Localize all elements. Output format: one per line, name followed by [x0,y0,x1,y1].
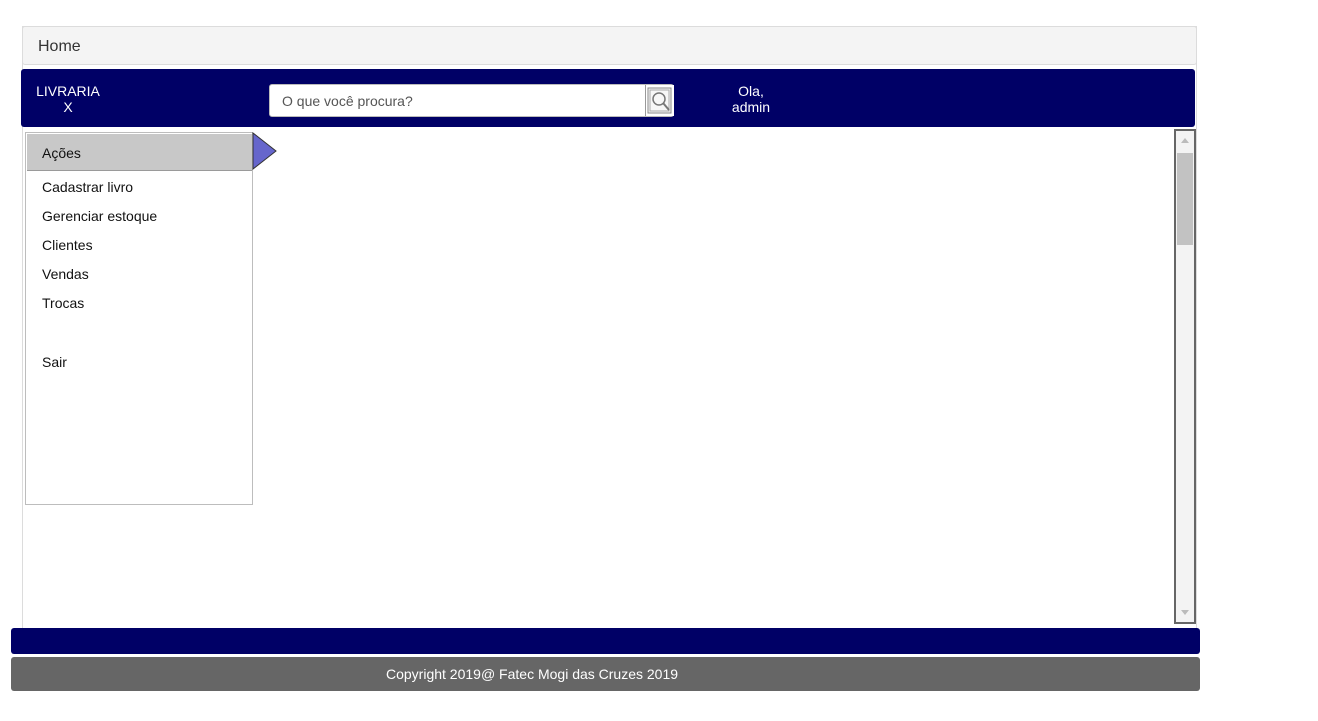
sidebar-item-gerenciar-estoque[interactable]: Gerenciar estoque [42,208,157,224]
sidebar-title: Ações [42,145,81,161]
scroll-up-icon[interactable] [1177,132,1193,150]
footer: Copyright 2019@ Fatec Mogi das Cruzes 20… [11,657,1200,691]
scroll-down-icon[interactable] [1177,603,1193,621]
brand-logo[interactable]: LIVRARIA X [31,83,105,115]
scroll-thumb[interactable] [1177,153,1193,245]
sidebar-toggle-arrow-icon[interactable] [252,132,278,170]
user-greeting: Ola, admin [721,83,781,115]
sidebar-item-clientes[interactable]: Clientes [42,237,93,253]
brand-line-2: X [63,99,73,115]
magnifier-icon [647,87,672,114]
search-box [269,84,674,117]
footer-bar [11,628,1200,654]
greeting-username[interactable]: admin [721,99,781,115]
sidebar-header: Ações [27,134,252,171]
breadcrumb-home[interactable]: Home [38,38,81,56]
greeting-line-1: Ola, [738,83,764,99]
sidebar-item-cadastrar-livro[interactable]: Cadastrar livro [42,179,133,195]
actions-sidebar: Ações Cadastrar livro Gerenciar estoque … [25,132,253,505]
vertical-scrollbar[interactable] [1174,129,1196,624]
search-button[interactable] [645,85,674,116]
sidebar-item-sair[interactable]: Sair [42,354,67,370]
search-input[interactable] [271,86,641,115]
sidebar-item-vendas[interactable]: Vendas [42,266,89,282]
top-navbar: LIVRARIA X Ola, admin [21,69,1195,127]
copyright-text: Copyright 2019@ Fatec Mogi das Cruzes 20… [386,666,679,682]
sidebar-item-trocas[interactable]: Trocas [42,295,84,311]
breadcrumb: Home [22,26,1197,65]
brand-line-1: LIVRARIA [36,83,100,99]
